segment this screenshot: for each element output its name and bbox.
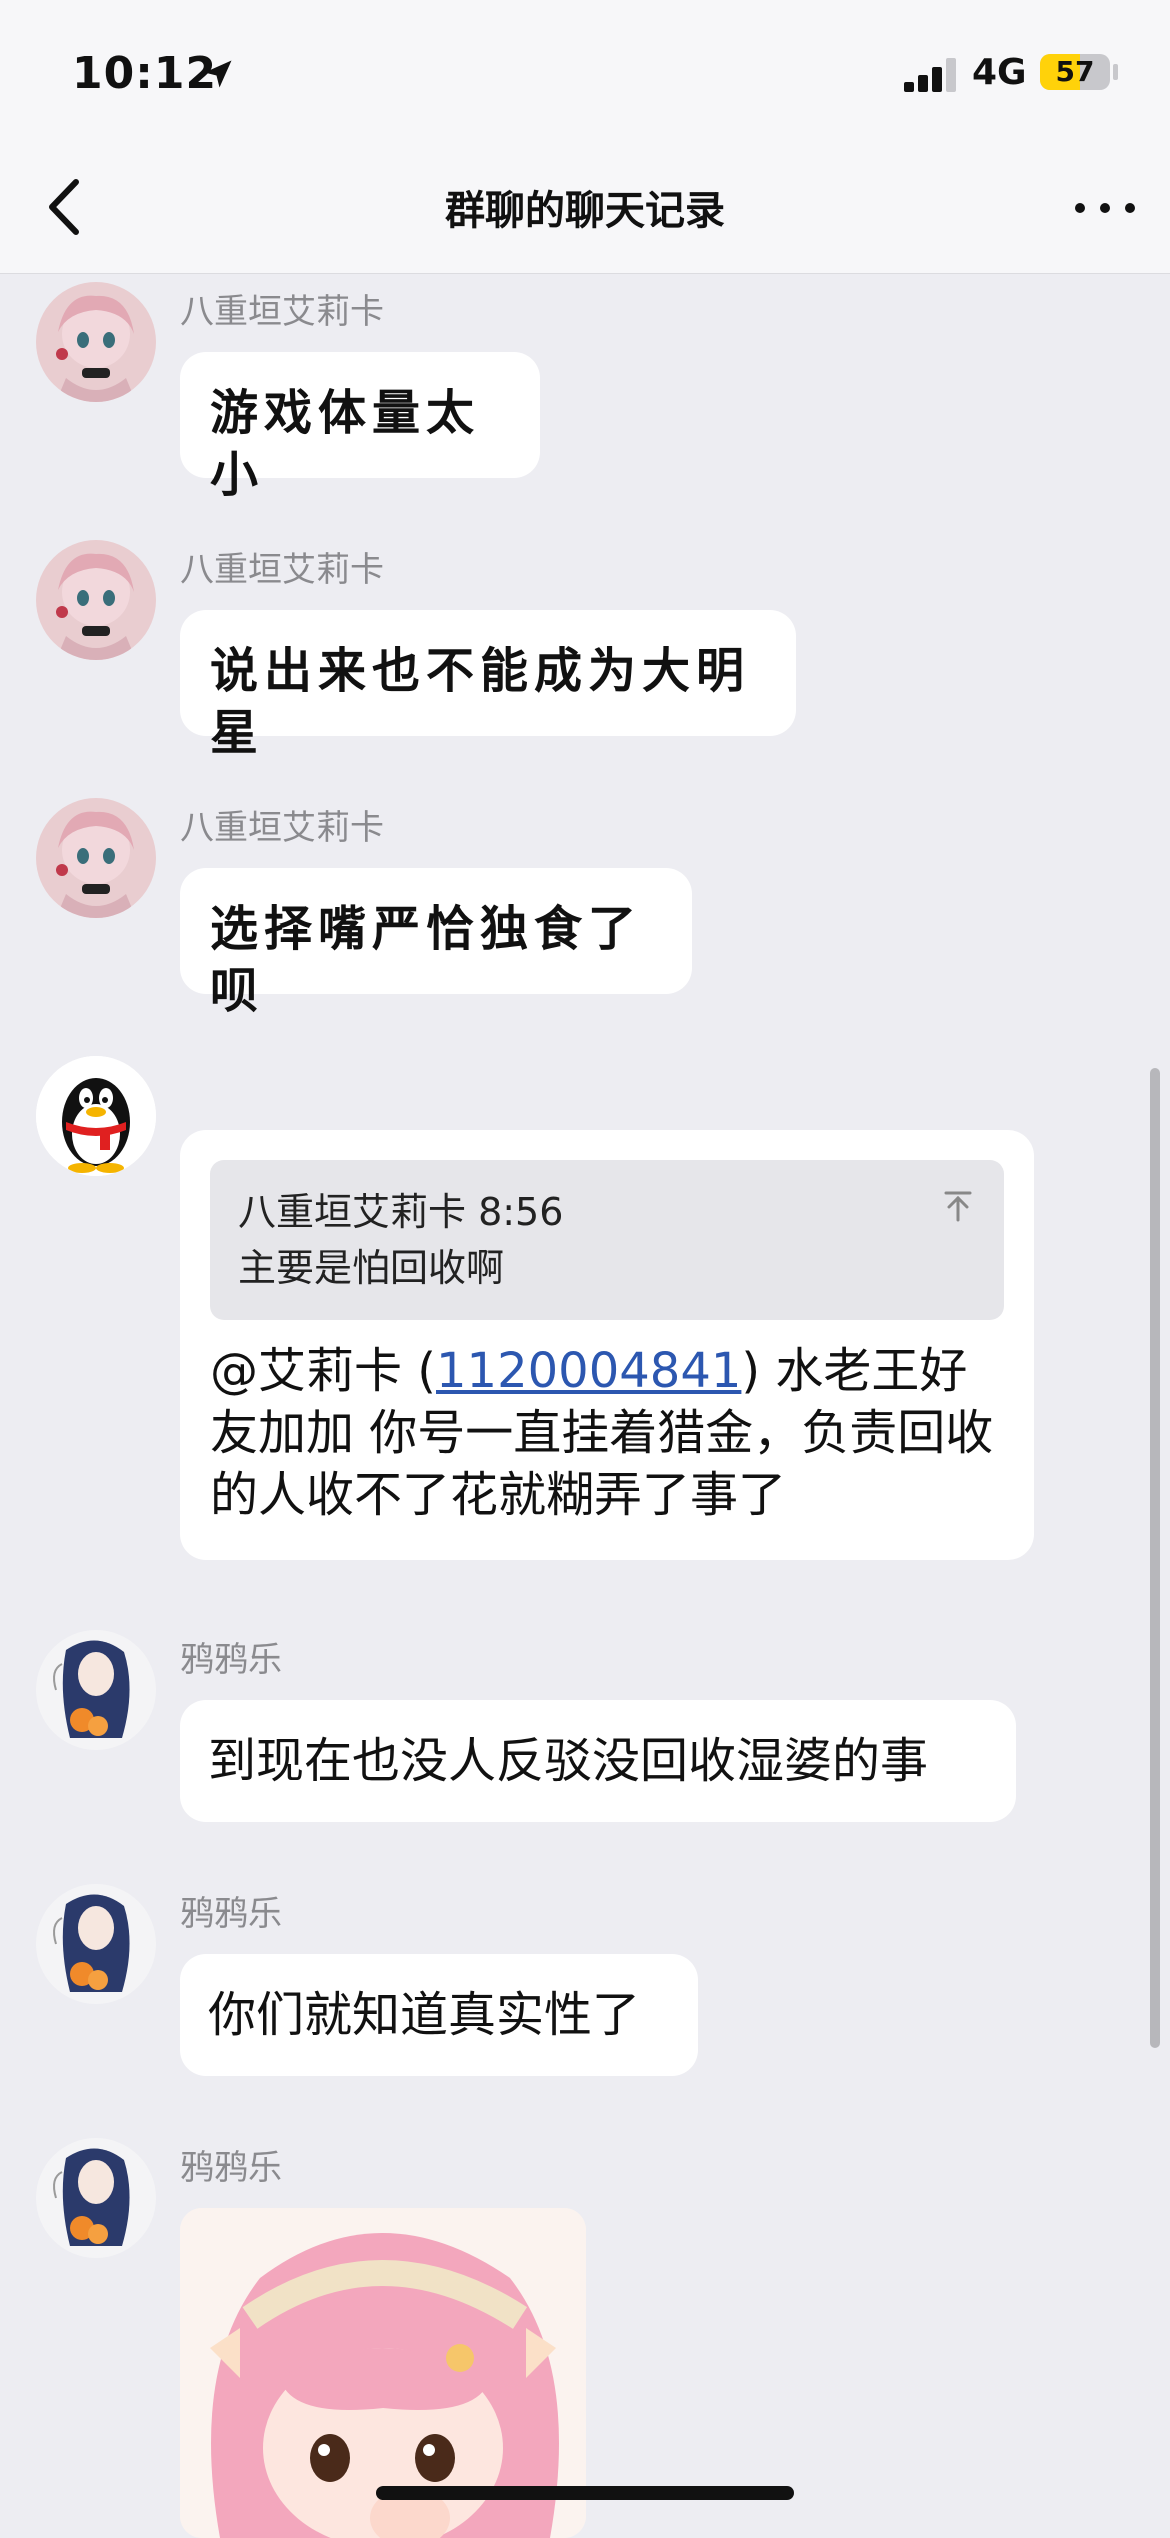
message-bubble[interactable]: 你们就知道真实性了	[180, 1954, 698, 2076]
message-bubble[interactable]: 游戏体量太小	[180, 352, 540, 503]
network-type: 4G	[972, 52, 1027, 93]
avatar-penguin[interactable]	[36, 1056, 156, 1176]
page-title: 群聊的聊天记录	[445, 188, 725, 234]
message-text: @艾莉卡 (1120004841) 水老王好友加加 你号一直挂着猎金，负责回收的…	[210, 1340, 1004, 1526]
message-bubble[interactable]: 选择嘴严恰独食了呗	[180, 868, 692, 1019]
avatar-anime-girl[interactable]	[36, 282, 156, 402]
battery-cap	[1113, 64, 1118, 80]
quoted-message[interactable]: 八重垣艾莉卡 8:56 主要是怕回收啊	[210, 1160, 1004, 1320]
message-bubble[interactable]: 八重垣艾莉卡 8:56 主要是怕回收啊 @艾莉卡 (1120004841) 水老…	[180, 1130, 1034, 1560]
message-text: 到现在也没人反驳没回收湿婆的事	[208, 1733, 929, 1789]
message-text: 游戏体量太小	[210, 385, 481, 503]
avatar-dark-hair-girl[interactable]	[36, 1884, 156, 2004]
qq-number-link[interactable]: 1120004841	[436, 1343, 741, 1399]
scrollbar[interactable]	[1150, 1068, 1160, 2048]
message-bubble[interactable]: 到现在也没人反驳没回收湿婆的事	[180, 1700, 1016, 1822]
quote-header: 八重垣艾莉卡 8:56	[238, 1190, 564, 1234]
message-text: 说出来也不能成为大明星	[210, 643, 751, 761]
sender-name: 八重垣艾莉卡	[180, 808, 384, 848]
sender-name: 鸦鸦乐	[180, 1640, 282, 1680]
sender-name: 鸦鸦乐	[180, 1894, 282, 1934]
jump-to-top-icon[interactable]	[940, 1188, 976, 1224]
location-arrow-icon	[204, 60, 232, 88]
battery-icon: 57	[1040, 54, 1110, 90]
avatar-anime-girl[interactable]	[36, 798, 156, 918]
battery-level: 57	[1055, 55, 1095, 88]
signal-icon	[904, 58, 956, 92]
status-time: 10:12	[72, 48, 218, 99]
sender-name: 鸦鸦乐	[180, 2148, 282, 2188]
top-bar: 10:12 4G 57 群聊的聊天记录	[0, 0, 1170, 274]
message-bubble[interactable]: 说出来也不能成为大明星	[180, 610, 796, 761]
home-indicator[interactable]	[376, 2486, 794, 2500]
sender-name: 八重垣艾莉卡	[180, 292, 384, 332]
mention-prefix: @艾莉卡 (	[210, 1343, 436, 1399]
sender-name: 八重垣艾莉卡	[180, 550, 384, 590]
avatar-dark-hair-girl[interactable]	[36, 2138, 156, 2258]
message-text: 你们就知道真实性了	[208, 1987, 641, 2043]
message-text: 选择嘴严恰独食了呗	[210, 901, 643, 1019]
more-dots-icon[interactable]	[1070, 188, 1140, 228]
avatar-dark-hair-girl[interactable]	[36, 1630, 156, 1750]
avatar-anime-girl[interactable]	[36, 540, 156, 660]
quote-text: 主要是怕回收啊	[238, 1246, 505, 1290]
